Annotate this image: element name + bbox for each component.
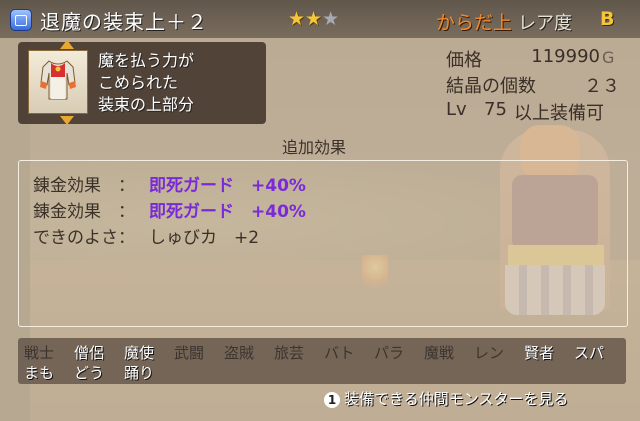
job-label: 僧侶	[74, 344, 105, 362]
scroll-up-arrow[interactable]	[60, 40, 74, 49]
effect-label: 錬金効果 ：	[33, 176, 135, 196]
description-line: こめられた	[98, 73, 179, 92]
effect-value: 即死ガード +40%	[149, 202, 306, 222]
scroll-down-arrow[interactable]	[60, 116, 74, 125]
job-label: まも	[24, 364, 55, 382]
view-monster-companions-button[interactable]: 1 装備できる仲間モンスターを見る	[324, 388, 568, 409]
equipment-bag-icon	[10, 9, 32, 31]
job-label: 旅芸	[274, 344, 305, 362]
level-value: 75	[484, 99, 507, 120]
job-label: 武闘	[174, 344, 205, 362]
job-label: 踊り	[124, 364, 155, 382]
job-label: バト	[324, 344, 355, 362]
effects-title: 追加効果	[282, 138, 347, 157]
button-1-icon: 1	[324, 392, 340, 408]
star-empty: ★	[322, 8, 340, 30]
effect-row: できのよさ： しゅびカ +2	[33, 223, 259, 248]
job-label: スパ	[574, 344, 605, 362]
price-label: 価格	[446, 50, 482, 71]
job-label: 魔使	[124, 344, 155, 362]
effect-row: 錬金効果 ： 即死ガード +40%	[33, 197, 306, 222]
description-line: 装束の上部分	[98, 95, 195, 114]
rarity-value: B	[600, 8, 615, 30]
effect-label: 錬金効果 ：	[33, 202, 135, 222]
shirt-icon	[40, 60, 76, 100]
job-label: 盗賊	[224, 344, 255, 362]
price-value: 119990	[531, 46, 600, 67]
job-label: 戦士	[24, 344, 55, 362]
level-requirement: 以上装備可	[514, 103, 604, 124]
star-filled: ★★	[288, 8, 323, 30]
crystal-count-value: ２３	[584, 76, 620, 97]
item-summary-box: 魔を払う力が こめられた 装束の上部分	[18, 40, 266, 125]
description-line: 魔を払う力が	[98, 51, 195, 70]
job-label: 魔戦	[424, 344, 455, 362]
item-description: 魔を払う力が こめられた 装束の上部分	[98, 50, 194, 116]
level-prefix: Lv	[446, 99, 467, 120]
rarity-stars: ★★★	[288, 8, 339, 30]
item-thumbnail[interactable]	[28, 50, 88, 114]
crystal-count-label: 結晶の個数	[446, 76, 536, 97]
equippable-jobs: 戦士 僧侶 魔使 武闘 盗賊 旅芸 バト パラ 魔戦 レン 賢者 スパ まも ど…	[18, 338, 626, 384]
equip-slot: からだ上	[436, 12, 513, 34]
item-name: 退魔の装束上＋２	[40, 10, 208, 34]
footer-label: 装備できる仲間モンスターを見る	[344, 390, 569, 408]
effect-label: できのよさ：	[33, 228, 135, 248]
effect-row: 錬金効果 ： 即死ガード +40%	[33, 171, 306, 196]
job-label: どう	[74, 364, 105, 382]
rarity-label: レア度	[518, 13, 572, 34]
job-label: パラ	[374, 344, 405, 362]
job-label: レン	[474, 344, 505, 362]
item-detail-panel: 退魔の装束上＋２ ★★★ からだ上 レア度 B 魔を払う力が こめられた 装束の…	[0, 0, 640, 421]
effect-value: しゅびカ +2	[149, 228, 260, 248]
effect-value: 即死ガード +40%	[149, 176, 306, 196]
effects-box: 錬金効果 ： 即死ガード +40% 錬金効果 ： 即死ガード +40% できのよさ：…	[18, 160, 628, 327]
job-label: 賢者	[524, 344, 555, 362]
price-unit: G	[602, 48, 615, 67]
